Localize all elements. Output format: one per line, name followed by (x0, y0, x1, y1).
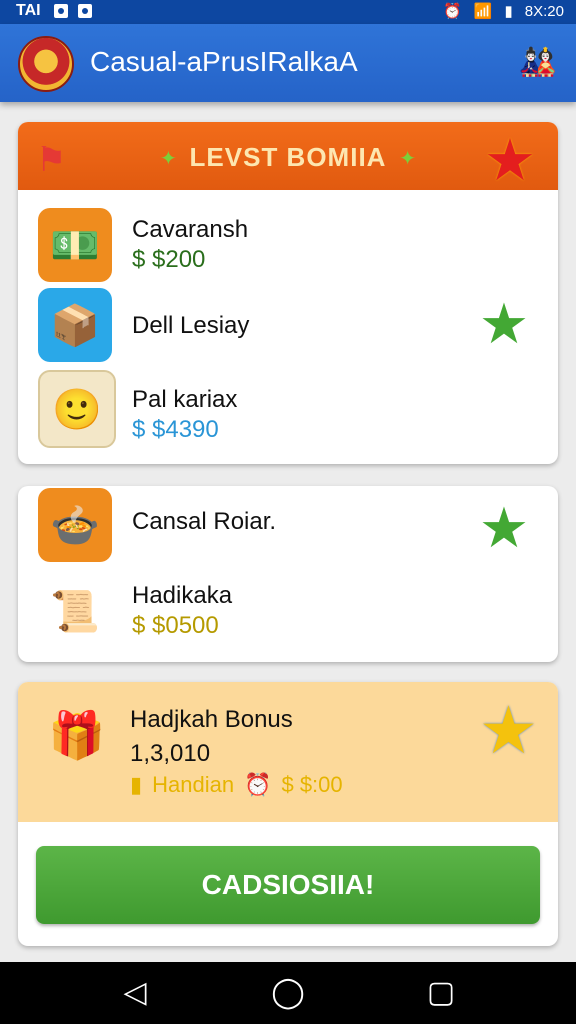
scroll-icon: 📜 (38, 574, 112, 648)
navigation-bar: ◁ ◯ ▢ (0, 962, 576, 1024)
item-name: Cansal Roiar. (132, 508, 277, 535)
notification-icons (54, 4, 92, 18)
level-bonus-banner: ⚑ ✦ LEVST BOMIIA ✦ ★ (18, 122, 558, 193)
item-name: Cavaransh (132, 216, 249, 243)
carrier-label: TAI (16, 2, 41, 19)
notification-icon (78, 4, 92, 18)
cash-bundle-icon: 💵 (38, 208, 112, 282)
bonus-title: Hadjkah Bonus (130, 706, 293, 733)
list-item[interactable]: 🙂 Pal kariax $ $4390 (18, 370, 558, 458)
item-price: $ $4390 (132, 416, 219, 443)
status-bar: TAI ⏰ 📶 ▮ 8X:20 (0, 0, 576, 24)
clock: 8X:20 (524, 2, 564, 20)
status-right: ⏰ 📶 ▮ 8X:20 (443, 2, 564, 21)
item-list-card: 🍲 Cansal Roiar. ★ 📜 Hadikaka $ $0500 (18, 486, 558, 662)
box-icon: 📦 (38, 288, 112, 362)
bonus-sub-value: $ $:00 (281, 772, 343, 797)
home-icon[interactable]: ◯ (271, 976, 305, 1010)
item-name: Dell Lesiay (132, 312, 250, 339)
recent-apps-icon[interactable]: ▢ (424, 976, 458, 1010)
back-icon[interactable]: ◁ (118, 976, 152, 1010)
item-price: $ $200 (132, 246, 206, 273)
battery-icon: ▮ (504, 3, 513, 20)
gift-icon: 🎁 (48, 708, 106, 761)
bonus-sub: ▮ Handian ⏰ $ $:00 (130, 772, 343, 798)
level-bonus-card: ⚑ ✦ LEVST BOMIIA ✦ ★ 💵 Cavaransh $ $200 … (18, 122, 558, 464)
item-name: Pal kariax (132, 386, 238, 413)
coin-icon: ▮ (130, 772, 143, 797)
cauldron-icon: 🍲 (38, 488, 112, 562)
list-item[interactable]: 💵 Cavaransh $ $200 (18, 194, 558, 282)
bonus-panel: 🎁 Hadjkah Bonus 1,3,010 ▮ Handian ⏰ $ $:… (18, 682, 558, 822)
smiley-icon: 🙂 (38, 370, 116, 448)
character-icon[interactable]: 🎎 (518, 42, 558, 82)
bonus-sub-label: Handian (152, 772, 235, 797)
bonus-value: 1,3,010 (130, 740, 211, 767)
bonus-card: 🎁 Hadjkah Bonus 1,3,010 ▮ Handian ⏰ $ $:… (18, 682, 558, 946)
app-bar: Casual-aPrusIRalkaA 🎎 (0, 24, 576, 102)
item-price: $ $0500 (132, 612, 219, 639)
badge-icon[interactable] (18, 36, 74, 92)
star-icon: ★ (478, 693, 538, 767)
clock-icon: ⏰ (244, 772, 272, 797)
star-icon: ★ (484, 128, 536, 193)
small-star-icon: ✦ (399, 148, 416, 170)
star-icon[interactable]: ★ (476, 296, 532, 352)
notification-icon (54, 4, 68, 18)
banner-title: LEVST BOMIIA (189, 142, 387, 172)
item-name: Hadikaka (132, 582, 233, 609)
list-item[interactable]: 📦 Dell Lesiay ★ (18, 282, 558, 370)
alarm-icon: ⏰ (443, 3, 462, 20)
list-item[interactable]: 🍲 Cansal Roiar. ★ (18, 486, 558, 574)
app-title: Casual-aPrusIRalkaA (90, 46, 358, 77)
star-icon[interactable]: ★ (476, 500, 532, 556)
wifi-icon: 📶 (473, 3, 493, 20)
claim-button[interactable]: CADSIOSIIA! (36, 846, 540, 924)
list-item[interactable]: 📜 Hadikaka $ $0500 (18, 574, 558, 662)
